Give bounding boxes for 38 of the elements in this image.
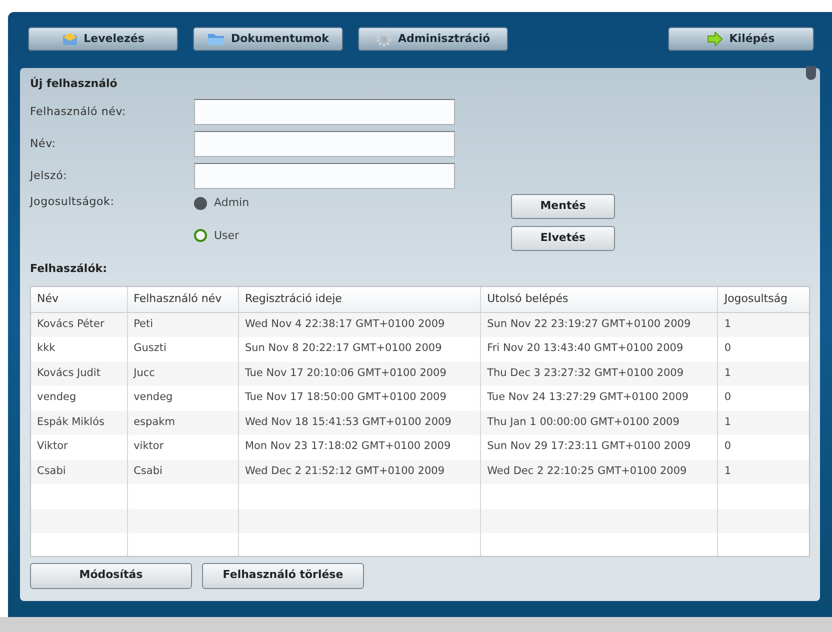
table-cell-text: 0 [723, 390, 732, 406]
table-cell-text: 0 [723, 341, 732, 356]
nav-button[interactable]: Dokumentumok [193, 27, 343, 51]
column-header[interactable]: Név [31, 286, 128, 312]
gear-icon [376, 31, 392, 47]
field-label: Név: [30, 136, 57, 152]
table-cell-text: 1 [723, 316, 732, 332]
nav-button[interactable]: Levelezés [28, 27, 178, 51]
radio-option[interactable]: User [194, 228, 250, 244]
text-field[interactable] [194, 163, 455, 189]
radio-button[interactable] [194, 229, 207, 242]
field-label: Jogosultságok: [30, 194, 116, 210]
field-label: Felhasználó név: [30, 104, 127, 120]
panel-title: Új felhasználó [30, 76, 118, 92]
radio-option[interactable]: Admin [194, 195, 250, 212]
folder-icon [206, 32, 225, 46]
text-field[interactable] [194, 131, 455, 157]
table-cell-text: 1 [723, 366, 732, 381]
envelope-icon [62, 32, 78, 46]
action-button[interactable]: Felhasználó törlése [202, 562, 364, 588]
table-cell-text: 1 [723, 414, 732, 430]
field-label: Jelszó: [30, 168, 68, 184]
column-header[interactable]: Jogosultság [718, 286, 809, 312]
nav-button[interactable]: Adminisztráció [358, 27, 508, 51]
table-cell-text: 1 [723, 464, 732, 479]
action-button[interactable]: Módosítás [30, 562, 192, 588]
section-label: Felhaszálók: [30, 261, 108, 277]
column-header[interactable]: Felhasználó név [128, 286, 239, 312]
arrow-right-icon [707, 32, 724, 46]
nav-button[interactable]: Kilépés [668, 27, 814, 51]
column-header[interactable]: Regisztráció ideje [238, 286, 482, 312]
radio-button[interactable] [194, 196, 207, 210]
form-button[interactable]: Mentés [511, 194, 615, 219]
panel-handle-icon [806, 66, 816, 80]
form-button[interactable]: Elvetés [511, 226, 615, 251]
table-cell-text: 0 [723, 439, 732, 454]
text-field[interactable] [194, 99, 455, 125]
column-header[interactable]: Utolsó belépés [481, 286, 718, 312]
